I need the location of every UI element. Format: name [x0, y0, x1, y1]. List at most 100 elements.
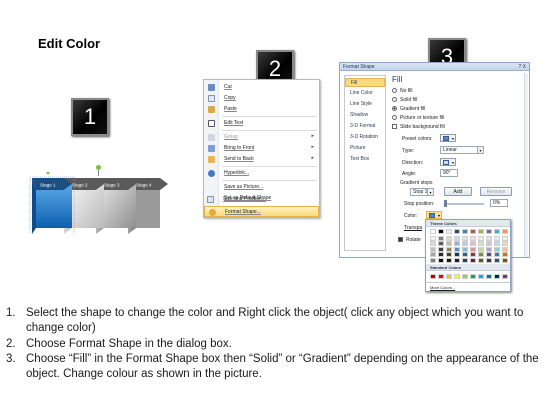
stage-1-shape[interactable] — [29, 171, 75, 236]
slider-thumb-icon[interactable] — [444, 200, 447, 207]
theme-shade-swatch[interactable] — [430, 246, 436, 252]
theme-shade-swatch[interactable] — [494, 252, 500, 258]
theme-shade-swatch[interactable] — [470, 236, 476, 241]
theme-shade-swatch[interactable] — [462, 252, 468, 258]
theme-shade-swatch[interactable] — [478, 236, 484, 241]
standard-color-swatch[interactable] — [470, 274, 476, 279]
menu-item-edit-text[interactable]: Edit Text — [204, 118, 319, 129]
theme-shade-swatch[interactable] — [478, 257, 484, 263]
theme-shade-swatch[interactable] — [430, 241, 436, 247]
direction-button[interactable]: ▾ — [440, 158, 456, 166]
theme-shade-swatch[interactable] — [446, 257, 452, 263]
nav-item-fill[interactable]: Fill — [345, 78, 385, 87]
theme-shade-swatch[interactable] — [430, 252, 436, 258]
theme-shade-swatch[interactable] — [494, 241, 500, 247]
theme-shade-swatch[interactable] — [470, 246, 476, 252]
option-picture-fill[interactable]: Picture or texture fill — [392, 115, 444, 122]
standard-color-swatch[interactable] — [478, 274, 484, 279]
theme-shade-swatch[interactable] — [454, 246, 460, 252]
theme-shade-swatch[interactable] — [446, 241, 452, 247]
standard-color-swatch[interactable] — [438, 274, 444, 279]
theme-shade-swatch[interactable] — [470, 252, 476, 258]
standard-color-swatch[interactable] — [446, 274, 452, 279]
theme-shade-swatch[interactable] — [502, 252, 508, 258]
theme-shade-swatch[interactable] — [438, 246, 444, 252]
remove-stop-button[interactable]: Remove — [480, 187, 512, 196]
dialog-scrollbar[interactable] — [524, 73, 528, 257]
theme-shade-swatch[interactable] — [430, 236, 436, 241]
stop-select[interactable]: Stop 1 ▾ — [410, 188, 434, 196]
theme-color-swatch[interactable] — [430, 229, 436, 234]
menu-item-format-shape[interactable]: Format Shape... — [204, 206, 319, 217]
nav-item-line-style[interactable]: Line Style — [345, 100, 385, 109]
theme-shade-swatch[interactable] — [438, 257, 444, 263]
theme-shade-swatch[interactable] — [446, 252, 452, 258]
theme-shade-swatch[interactable] — [486, 236, 492, 241]
theme-shade-swatch[interactable] — [478, 246, 484, 252]
theme-color-swatch[interactable] — [502, 229, 508, 234]
menu-item-copy[interactable]: Copy — [204, 93, 319, 104]
theme-shade-swatch[interactable] — [454, 257, 460, 263]
menu-item-group[interactable]: Group ▸ — [204, 132, 319, 143]
standard-color-swatch[interactable] — [462, 274, 468, 279]
theme-color-swatch[interactable] — [470, 229, 476, 234]
stop-position-slider[interactable] — [444, 203, 484, 205]
theme-shade-swatch[interactable] — [486, 241, 492, 247]
theme-color-swatch[interactable] — [462, 229, 468, 234]
theme-shade-swatch[interactable] — [430, 257, 436, 263]
standard-color-swatch[interactable] — [430, 274, 436, 279]
theme-shade-swatch[interactable] — [486, 257, 492, 263]
theme-shade-swatch[interactable] — [478, 252, 484, 258]
theme-color-swatch[interactable] — [486, 229, 492, 234]
theme-color-swatch[interactable] — [494, 229, 500, 234]
standard-color-swatch[interactable] — [486, 274, 492, 279]
theme-color-swatch[interactable] — [446, 229, 452, 234]
more-colors-link[interactable]: More Colors... — [430, 285, 455, 291]
theme-color-swatch[interactable] — [438, 229, 444, 234]
menu-item-send-to-back[interactable]: Send to Back ▸ — [204, 154, 319, 165]
nav-item-3d-rotation[interactable]: 3-D Rotation — [345, 133, 385, 142]
theme-shade-swatch[interactable] — [454, 236, 460, 241]
preset-colors-button[interactable]: ▾ — [440, 134, 456, 142]
theme-shade-swatch[interactable] — [446, 246, 452, 252]
theme-shade-swatch[interactable] — [502, 236, 508, 241]
type-select[interactable]: Linear ▾ — [440, 146, 484, 154]
option-slide-background-fill[interactable]: Slide background fill — [392, 124, 445, 131]
theme-color-swatch[interactable] — [454, 229, 460, 234]
standard-color-swatch[interactable] — [494, 274, 500, 279]
theme-shade-swatch[interactable] — [494, 236, 500, 241]
nav-item-picture[interactable]: Picture — [345, 144, 385, 153]
theme-shade-swatch[interactable] — [462, 257, 468, 263]
theme-shade-swatch[interactable] — [486, 252, 492, 258]
theme-shade-swatch[interactable] — [462, 241, 468, 247]
theme-shade-swatch[interactable] — [438, 241, 444, 247]
nav-item-text-box[interactable]: Text Box — [345, 155, 385, 164]
menu-item-hyperlink[interactable]: Hyperlink... — [204, 168, 319, 179]
theme-shade-swatch[interactable] — [462, 236, 468, 241]
theme-color-swatch[interactable] — [478, 229, 484, 234]
option-no-fill[interactable]: No fill — [392, 88, 413, 95]
menu-item-bring-to-front[interactable]: Bring to Front ▸ — [204, 143, 319, 154]
standard-color-swatch[interactable] — [454, 274, 460, 279]
menu-item-cut[interactable]: Cut — [204, 82, 319, 93]
theme-shade-swatch[interactable] — [470, 241, 476, 247]
dialog-controls[interactable]: ? X — [518, 64, 526, 70]
nav-item-3d-format[interactable]: 3-D Format — [345, 122, 385, 131]
theme-shade-swatch[interactable] — [502, 241, 508, 247]
nav-item-shadow[interactable]: Shadow — [345, 111, 385, 120]
color-button[interactable]: ▾ — [426, 211, 442, 219]
theme-shade-swatch[interactable] — [494, 246, 500, 252]
theme-shade-swatch[interactable] — [494, 257, 500, 263]
angle-input[interactable]: 90° — [440, 169, 458, 177]
theme-shade-swatch[interactable] — [486, 246, 492, 252]
menu-item-paste[interactable]: Paste — [204, 104, 319, 115]
theme-shade-swatch[interactable] — [438, 236, 444, 241]
menu-item-save-as-picture[interactable]: Save as Picture... — [204, 182, 319, 193]
rotate-checkbox[interactable]: Rotate — [398, 237, 421, 244]
theme-shade-swatch[interactable] — [478, 241, 484, 247]
option-gradient-fill[interactable]: Gradient fill — [392, 106, 425, 113]
theme-shade-swatch[interactable] — [438, 252, 444, 258]
theme-shade-swatch[interactable] — [502, 246, 508, 252]
option-solid-fill[interactable]: Solid fill — [392, 97, 417, 104]
nav-item-line-color[interactable]: Line Color — [345, 89, 385, 98]
